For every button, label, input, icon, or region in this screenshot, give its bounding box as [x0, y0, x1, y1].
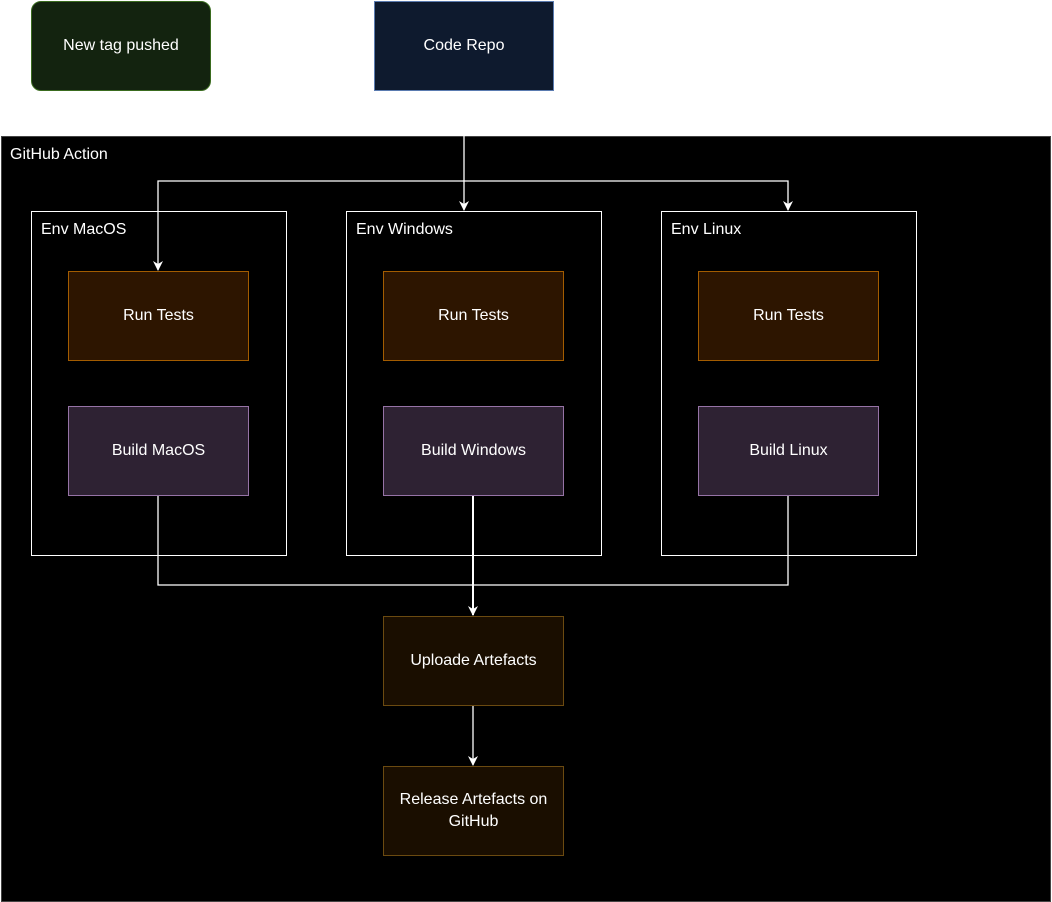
edge-build-macos	[157, 496, 473, 586]
edges	[153, 92, 793, 766]
edge-repo-linux	[464, 180, 793, 211]
edge-repo-macos	[153, 180, 464, 271]
edge-build-linux	[473, 496, 789, 586]
